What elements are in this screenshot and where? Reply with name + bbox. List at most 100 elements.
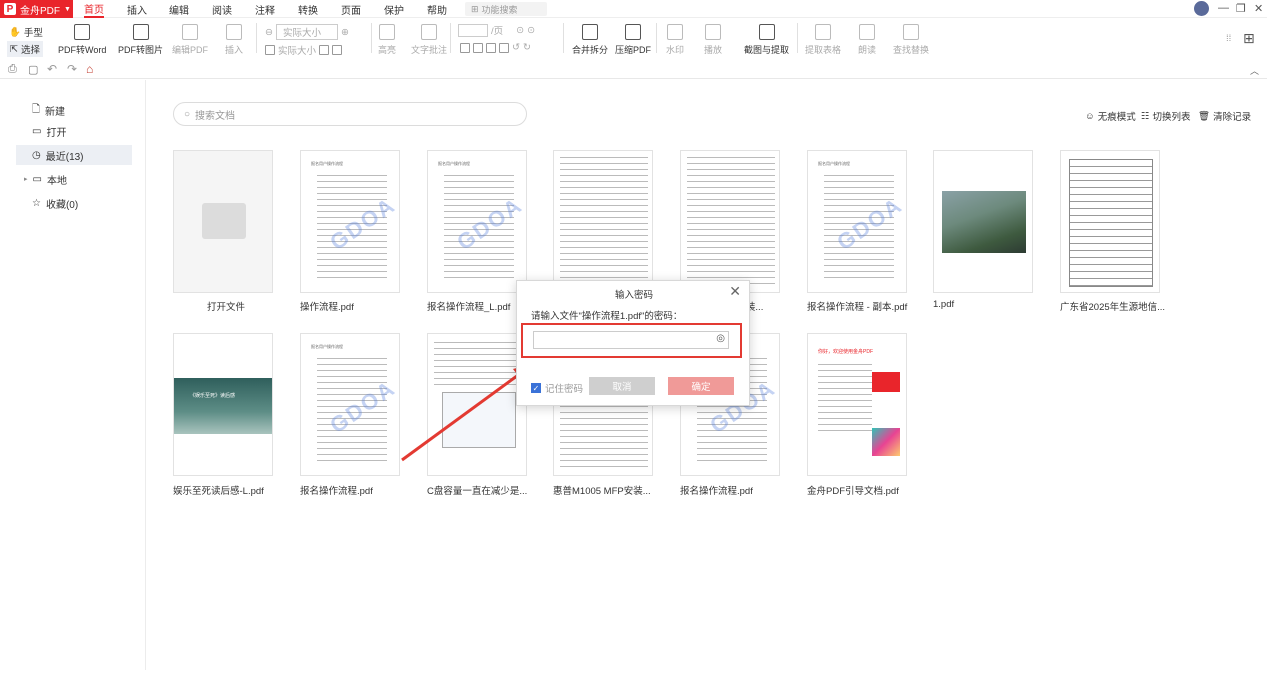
zoom-out-icon[interactable]: ⊖	[265, 27, 273, 38]
file-thumbnail[interactable]	[1060, 150, 1160, 293]
zoom-select[interactable]: 实际大小	[275, 24, 338, 40]
insert-button[interactable]: 插入	[225, 24, 243, 56]
checkmark-icon: ✓	[531, 383, 541, 393]
doc-header: 报名用户操作流程	[311, 161, 343, 166]
file-thumbnail[interactable]: 报名用户操作流程 GDOA	[300, 333, 400, 476]
tab-help[interactable]: 帮助	[427, 0, 447, 18]
file-thumbnail[interactable]: 报名用户操作流程 GDOA	[427, 150, 527, 293]
find-replace-button[interactable]: 查找替换	[893, 24, 929, 56]
read-aloud-label: 朗读	[858, 45, 877, 55]
fit-width-icon[interactable]	[319, 45, 330, 55]
redo-icon[interactable]: ↷	[67, 62, 77, 76]
confirm-button[interactable]: 确定	[668, 377, 734, 395]
sidebar-item-open[interactable]: ▭ 打开	[16, 121, 132, 141]
file-thumbnail[interactable]: 《娱乐至死》读后感	[173, 333, 273, 476]
switch-list-button[interactable]: ☷ 切换列表	[1141, 109, 1191, 124]
edit-doc-icon	[182, 24, 198, 40]
close-window-icon[interactable]: ✕	[1254, 2, 1263, 15]
print-icon[interactable]: ⎙	[8, 63, 17, 76]
file-thumbnail[interactable]: 报名用户操作流程 GDOA	[300, 150, 400, 293]
next-page-icon[interactable]: ⊙	[527, 25, 535, 36]
file-name: 报名操作流程 - 副本.pdf	[807, 302, 908, 313]
compress-icon	[625, 24, 641, 40]
tab-home[interactable]: 首页	[84, 0, 104, 18]
sidebar-item-new[interactable]: 🗋 新建	[16, 100, 132, 120]
rotate-right-icon[interactable]: ↻	[523, 42, 531, 53]
star-icon: ☆	[32, 197, 41, 209]
user-avatar[interactable]	[1194, 1, 1209, 16]
home-icon[interactable]: ⌂	[86, 62, 93, 76]
file-thumbnail[interactable]	[680, 150, 780, 293]
expand-arrow-icon[interactable]: ▸	[24, 175, 28, 183]
insert-label: 插入	[225, 45, 244, 55]
text-comment-button[interactable]: 文字批注	[411, 24, 447, 56]
close-icon[interactable]: ✕	[729, 283, 741, 300]
watermark-label: 水印	[666, 45, 685, 55]
sidebar-item-favorites[interactable]: ☆ 收藏(0)	[16, 193, 132, 213]
screenshot-extract-button[interactable]: 截图与提取	[744, 24, 789, 56]
cancel-button[interactable]: 取消	[589, 377, 655, 395]
single-page-icon[interactable]	[460, 42, 470, 53]
actual-size-button[interactable]: 实际大小	[265, 43, 343, 57]
image-doc-icon	[132, 24, 149, 40]
file-thumbnail[interactable]: 你好，欢迎使用金舟PDF	[807, 333, 907, 476]
file-thumbnail[interactable]	[933, 150, 1033, 293]
merge-split-button[interactable]: 合并拆分	[572, 24, 608, 56]
pdf-to-word-button[interactable]: PDF转Word	[58, 24, 106, 56]
no-trace-mode-button[interactable]: ☺ 无痕模式	[1085, 109, 1136, 124]
compress-pdf-button[interactable]: 压缩PDF	[615, 24, 651, 56]
open-file-card[interactable]	[173, 150, 273, 293]
watermark-button[interactable]: 水印	[666, 24, 684, 56]
more-options-icon[interactable]: ⁞⁞	[1226, 33, 1231, 44]
extract-table-button[interactable]: 提取表格	[805, 24, 841, 56]
document-search-input[interactable]: ○ 搜索文档	[173, 102, 527, 126]
folder-icon	[202, 203, 246, 239]
app-brand[interactable]: P 金舟PDF ▼	[0, 0, 73, 18]
app-name: 金舟PDF	[20, 5, 60, 17]
play-button[interactable]: 播放	[704, 24, 722, 56]
sidebar-item-recent[interactable]: ◷ 最近(13)	[16, 145, 132, 165]
dialog-title: 输入密码	[614, 290, 653, 301]
prev-page-icon[interactable]: ⊙	[516, 25, 524, 36]
file-name: 1.pdf	[933, 299, 955, 310]
function-search[interactable]: ⊞ 功能搜索	[465, 2, 547, 16]
hide-password-eye-icon[interactable]: ◎	[716, 333, 725, 344]
tab-read[interactable]: 阅读	[212, 0, 232, 18]
sidebar-item-label: 最近(13)	[45, 151, 84, 163]
password-input[interactable]: ◎	[533, 331, 729, 349]
tab-page[interactable]: 页面	[341, 0, 361, 18]
file-thumbnail[interactable]: 报名用户操作流程 GDOA	[807, 150, 907, 293]
highlight-button[interactable]: 高亮	[378, 24, 396, 56]
continuous-page-icon[interactable]	[473, 42, 483, 53]
clear-history-button[interactable]: 🗑 清除记录	[1198, 109, 1251, 124]
select-tool[interactable]: ⇱ 选择	[7, 41, 43, 57]
two-page-icon[interactable]	[486, 42, 496, 53]
grid-search-icon: ⊞	[471, 3, 479, 14]
tab-edit[interactable]: 编辑	[169, 0, 189, 18]
hand-tool[interactable]: ✋ 手型	[9, 25, 43, 40]
save-icon[interactable]: ▢	[28, 63, 38, 76]
sidebar-item-local[interactable]: ▸ ▭ 本地	[16, 169, 132, 189]
restore-icon[interactable]: ❐	[1236, 2, 1246, 15]
highlight-label: 高亮	[378, 45, 397, 55]
tab-convert[interactable]: 转换	[298, 0, 318, 18]
layout-grid-icon[interactable]: ⊞	[1243, 30, 1255, 47]
zoom-in-icon[interactable]: ⊕	[341, 27, 349, 38]
minimize-icon[interactable]: —	[1218, 2, 1229, 14]
page-input[interactable]	[458, 23, 488, 37]
tab-protect[interactable]: 保护	[384, 0, 404, 18]
tab-insert[interactable]: 插入	[127, 0, 147, 18]
tab-annotate[interactable]: 注释	[255, 0, 275, 18]
cover-page-icon[interactable]	[499, 42, 509, 53]
collapse-ribbon-icon[interactable]: ︿	[1250, 64, 1259, 77]
file-thumbnail[interactable]	[553, 150, 653, 293]
read-aloud-button[interactable]: 朗读	[858, 24, 876, 56]
undo-icon[interactable]: ↶	[47, 62, 57, 76]
fit-page-icon[interactable]	[332, 45, 343, 55]
pdf-to-image-button[interactable]: PDF转图片	[118, 24, 163, 56]
screenshot-icon	[758, 24, 775, 40]
edit-pdf-button[interactable]: 编辑PDF	[172, 24, 208, 56]
actual-size-icon	[265, 45, 275, 55]
rotate-left-icon[interactable]: ↺	[512, 42, 520, 53]
remember-password-checkbox[interactable]: ✓ 记住密码	[531, 381, 583, 395]
